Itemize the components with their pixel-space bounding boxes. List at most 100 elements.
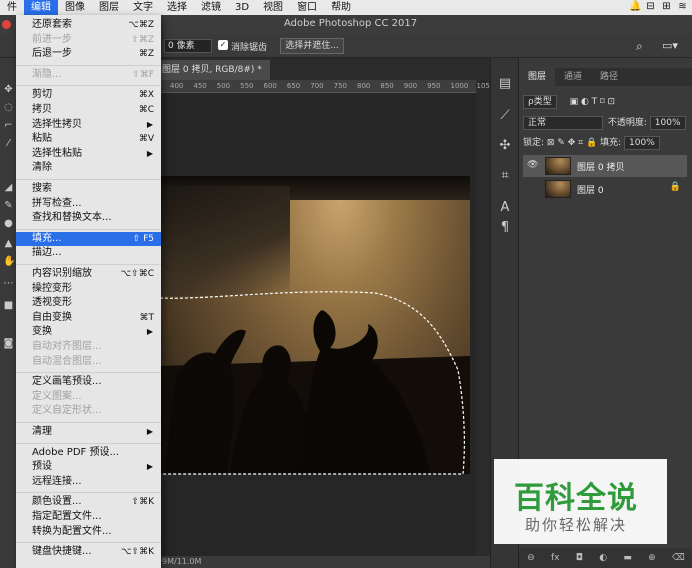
menu-item[interactable]: 清除	[16, 161, 161, 175]
menu-item-label: 剪切	[32, 89, 52, 101]
menu-item-label: 定义画笔预设...	[32, 376, 102, 388]
layer-style-icon[interactable]: fx	[551, 553, 560, 563]
menu-item-label: 搜索	[32, 183, 52, 194]
panel-tab[interactable]: 通道	[555, 68, 591, 86]
submenu-arrow-icon: ▶	[146, 427, 153, 436]
watermark-subtitle: 助你轻松解决	[525, 516, 628, 534]
blend-row: 正常 不透明度: 100%	[523, 116, 686, 130]
menu-item-shortcut: ⌘Z	[138, 49, 154, 60]
menu-item[interactable]: 粘贴 ⌘V	[16, 132, 161, 146]
panel-tab[interactable]: 图层	[519, 68, 556, 86]
menu-item-label: 预设	[32, 461, 52, 473]
panel-tab[interactable]: 路径	[591, 68, 627, 86]
menu-separator	[16, 264, 161, 265]
watermark-box: 百科全说 助你轻松解决	[494, 459, 667, 544]
blend-mode-dropdown[interactable]: 正常	[523, 116, 603, 130]
menu-item[interactable]: Adobe PDF 预设...	[16, 446, 161, 460]
menu-item[interactable]: 颜色设置... ⇧⌘K	[16, 495, 161, 509]
menu-item[interactable]: 后退一步 ⌘Z	[16, 47, 161, 61]
menu-item[interactable]: 内容识别缩放 ⌥⇧⌘C	[16, 267, 161, 281]
menu-separator	[16, 422, 161, 423]
menu-item-label: 粘贴	[32, 133, 52, 145]
adjustment-layer-icon[interactable]: ◐	[599, 553, 607, 563]
delete-layer-icon[interactable]: ⌫	[672, 553, 685, 563]
menu-item-shortcut: ⌘T	[139, 312, 155, 323]
add-mask-icon[interactable]: ◘	[576, 553, 583, 563]
lock-label: 锁定:	[523, 138, 545, 148]
menu-item-label: 前进一步	[32, 33, 72, 45]
menu-item[interactable]: 键盘快捷键... ⌥⇧⌘K	[16, 545, 161, 559]
layer-name: 图层 0	[577, 186, 604, 196]
submenu-arrow-icon: ▶	[146, 327, 153, 337]
new-group-icon[interactable]: ▬	[623, 553, 632, 563]
opacity-input[interactable]: 100%	[649, 116, 686, 130]
eye-icon[interactable]: 👁	[527, 160, 538, 170]
menu-item-label: 定义自定形状...	[32, 405, 102, 417]
menu-item-label: 填充...	[32, 232, 62, 244]
menu-item[interactable]: 拼写检查...	[16, 197, 161, 211]
menu-item: 自动混合图层...	[16, 355, 161, 369]
watermark-title: 百科全说	[514, 481, 638, 516]
menu-item[interactable]: 预设 ▶	[16, 460, 161, 474]
crop-panel-icon[interactable]: ⌗	[497, 168, 513, 184]
menu-item[interactable]: 选择性粘贴 ▶	[16, 147, 161, 161]
menu-item-label: 后退一步	[32, 48, 72, 60]
menu-item-label: 自动对齐图层...	[32, 341, 102, 352]
layer-row[interactable]: 👁 图层 0 拷贝	[523, 155, 687, 177]
menu-item-shortcut: ⌘V	[138, 134, 154, 145]
menu-item-label: 拼写检查...	[32, 197, 82, 209]
menu-item[interactable]: 操控变形	[16, 282, 161, 296]
menu-item[interactable]: 拷贝 ⌘C	[16, 103, 161, 117]
history-icon[interactable]: ▤	[497, 76, 513, 92]
menu-item-label: 自动混合图层...	[32, 355, 102, 367]
submenu-arrow-icon: ▶	[146, 148, 153, 158]
character-icon[interactable]: A	[497, 200, 513, 216]
menu-item[interactable]: 填充... ⇧ F5	[16, 231, 161, 246]
menu-item-label: 还原套索	[32, 19, 72, 30]
menu-item: 定义自定形状...	[16, 404, 161, 418]
brush-settings-icon[interactable]: ⟋	[497, 108, 513, 124]
link-layers-icon[interactable]: ⊖	[527, 553, 535, 563]
layer-row[interactable]: 图层 0 🔒	[523, 178, 687, 200]
menu-item[interactable]: 剪切 ⌘X	[16, 88, 161, 102]
opacity-label: 不透明度:	[607, 118, 647, 128]
menu-item[interactable]: 还原套索 ⌥⌘Z	[16, 18, 161, 32]
menu-item[interactable]: 清理 ▶	[16, 425, 161, 439]
status-bar: 9M/11.0M	[160, 556, 490, 568]
menu-item[interactable]: 转换为配置文件...	[16, 525, 161, 539]
menu-item[interactable]: 指定配置文件...	[16, 510, 161, 524]
menu-item-label: 选择性粘贴	[32, 147, 82, 159]
menu-item-label: 自由变换	[32, 311, 72, 323]
menu-item-label: 透视变形	[32, 297, 72, 309]
menu-separator	[16, 492, 161, 494]
menu-item-label: 远程连接...	[32, 475, 82, 487]
menu-item-shortcut: ⌘C	[138, 105, 154, 115]
menu-item[interactable]: 透视变形	[16, 296, 161, 310]
paragraph-icon[interactable]: ¶	[497, 220, 513, 236]
fill-input[interactable]: 100%	[624, 136, 660, 150]
lock-row: 锁定: ⊠ ✎ ✥ ⌗ 🔒 填充: 100%	[523, 136, 660, 150]
layer-thumbnail	[545, 180, 571, 198]
menu-item[interactable]: 变换 ▶	[16, 325, 161, 339]
new-layer-icon[interactable]: ⊕	[648, 553, 656, 563]
layer-filter-dropdown[interactable]: ρ类型	[523, 95, 557, 109]
menu-item-shortcut: ⇧⌘F	[132, 69, 154, 80]
menu-item[interactable]: 定义画笔预设...	[16, 375, 161, 389]
menu-separator	[16, 64, 161, 66]
menu-item[interactable]: 自由变换 ⌘T	[16, 311, 161, 325]
filter-icons[interactable]: ▣ ◐ T ⌑ ⊡	[570, 97, 615, 107]
menu-item[interactable]: 描边...	[16, 246, 161, 260]
menu-item-label: 键盘快捷键...	[32, 546, 92, 558]
layers-panel-footer: ⊖ fx ◘ ◐ ▬ ⊕ ⌫	[519, 548, 692, 568]
menu-item[interactable]: 远程连接...	[16, 475, 161, 489]
menu-item[interactable]: 选择性拷贝 ▶	[16, 118, 161, 132]
menu-item-label: 变换	[32, 326, 52, 338]
menu-item-shortcut: ⌥⇧⌘K	[121, 547, 154, 558]
photoshop-window: 件编辑 图像 图层 文字 选择 滤镜 3D 视图 窗口 帮助 🔔 ⊟ ⊞ ≋ Adobe Phot…	[0, 0, 692, 568]
lock-icons[interactable]: ⊠ ✎ ✥ ⌗ 🔒	[547, 138, 600, 148]
menu-item-label: 指定配置文件...	[32, 511, 102, 522]
menu-item-label: 清除	[32, 162, 52, 174]
menu-item[interactable]: 搜索	[16, 182, 161, 196]
properties-icon[interactable]: ✣	[497, 138, 513, 154]
menu-item[interactable]: 查找和替换文本...	[16, 211, 161, 225]
